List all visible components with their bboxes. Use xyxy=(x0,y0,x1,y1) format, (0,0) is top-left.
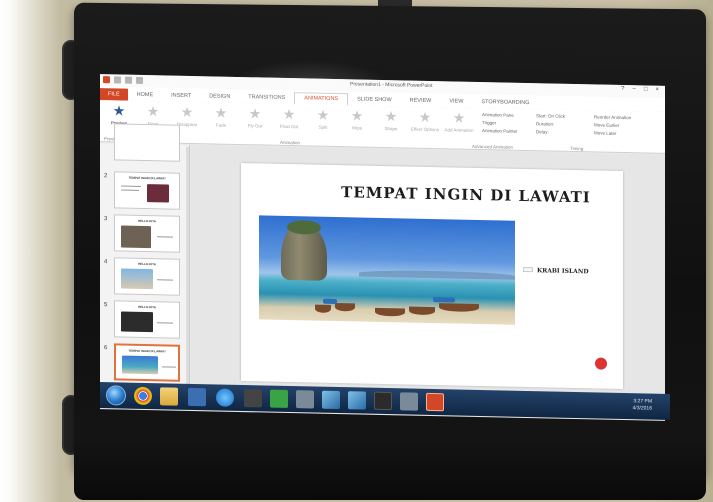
slide-photo[interactable] xyxy=(259,215,515,325)
delay-field[interactable]: Delay: xyxy=(536,129,549,134)
star-icon: ★ xyxy=(180,103,194,121)
star-icon: ★ xyxy=(350,107,364,124)
slide-thumbnail-selected[interactable]: TEMPAT INGIN DI LAWATI xyxy=(114,343,180,382)
reorder-label: Reorder Animation xyxy=(594,114,632,121)
slide-title[interactable]: TEMPAT INGIN DI LAWATI xyxy=(341,183,591,206)
group-label-advanced-animation: Advanced Animation xyxy=(472,143,514,150)
longtail-boat xyxy=(315,304,331,313)
photos-icon[interactable] xyxy=(322,390,340,410)
quick-access-toolbar xyxy=(103,76,143,84)
placeholder-handle[interactable] xyxy=(523,266,533,273)
longtail-boat xyxy=(439,303,479,313)
app-icon[interactable] xyxy=(400,392,418,411)
thumbnail-image xyxy=(122,355,158,375)
screen: Presentation1 - Microsoft PowerPoint ? –… xyxy=(100,74,665,421)
redo-icon[interactable] xyxy=(136,76,143,84)
star-icon: ★ xyxy=(282,105,296,123)
slide-thumbnails-pane: 2 TEMPAT INGIN DI LAWATI 3 HELLO KITA 4 … xyxy=(100,123,190,397)
slide-canvas: TEMPAT INGIN DI LAWATI KRABI ISLAND xyxy=(191,144,665,407)
tab-file[interactable]: FILE xyxy=(100,88,128,101)
slide-number: 3 xyxy=(104,216,108,223)
longtail-boat xyxy=(375,307,405,317)
system-tray-clock[interactable]: 3:27 PM 4/3/2016 xyxy=(633,398,652,412)
star-icon: ★ xyxy=(418,108,432,126)
network-icon[interactable] xyxy=(188,387,206,407)
slide-thumbnail[interactable]: HELLO KITA xyxy=(114,257,180,296)
app-icon[interactable] xyxy=(270,389,288,408)
photos-icon[interactable] xyxy=(348,391,366,410)
animation-painter-button[interactable]: Animation Painter xyxy=(482,128,518,134)
star-icon: ★ xyxy=(146,103,160,120)
chrome-icon[interactable] xyxy=(134,386,152,406)
slide-number: 6 xyxy=(104,345,108,352)
slide-thumbnail[interactable]: HELLO KITA xyxy=(114,214,180,253)
powerpoint-taskbar-icon[interactable] xyxy=(426,392,444,412)
slide-caption[interactable]: KRABI ISLAND xyxy=(537,267,589,275)
star-icon: ★ xyxy=(214,104,228,121)
close-button[interactable]: × xyxy=(655,87,659,93)
undo-icon[interactable] xyxy=(125,76,132,84)
star-icon: ★ xyxy=(316,106,330,123)
animation-fade-button[interactable]: ★ Fade xyxy=(205,104,237,139)
animation-fly-out-button[interactable]: ★ Fly Out xyxy=(239,105,271,140)
group-label-timing: Timing xyxy=(570,145,584,152)
animation-shape-button[interactable]: ★ Shape xyxy=(375,108,407,143)
minimize-button[interactable]: – xyxy=(633,86,636,92)
slide-thumbnail[interactable]: TEMPAT INGIN DI LAWATI xyxy=(114,171,180,210)
animation-split-button[interactable]: ★ Split xyxy=(307,106,339,141)
record-icon[interactable] xyxy=(595,357,607,370)
longtail-boat xyxy=(335,303,355,312)
monitor-bezel-bottom xyxy=(74,440,706,500)
add-animation-button[interactable]: ★ Add Animation xyxy=(443,109,475,144)
start-dropdown[interactable]: Start: On Click xyxy=(536,113,565,119)
slide-number: 5 xyxy=(104,302,108,309)
slide-number: 2 xyxy=(104,173,108,180)
thumbnail-image xyxy=(147,184,169,203)
slide-thumbnail[interactable]: HELLO KITA xyxy=(114,300,180,339)
tab-animations[interactable]: ANIMATIONS xyxy=(294,92,349,106)
move-earlier-button[interactable]: Move Earlier xyxy=(594,122,619,128)
animation-wipe-button[interactable]: ★ Wipe xyxy=(341,107,373,142)
folder-icon[interactable] xyxy=(160,387,178,406)
effect-options-button[interactable]: ★ Effect Options xyxy=(409,109,441,144)
clock-date: 4/3/2016 xyxy=(632,405,652,412)
start-button-icon[interactable] xyxy=(106,385,126,406)
thumbnail-image xyxy=(121,311,153,333)
animation-float-out-button[interactable]: ★ Float Out xyxy=(273,106,305,141)
window-title: Presentation1 - Microsoft PowerPoint xyxy=(350,81,433,90)
star-icon: ★ xyxy=(452,109,466,126)
help-button[interactable]: ? xyxy=(621,86,624,92)
group-label-animation: Animation xyxy=(280,139,301,146)
duration-field[interactable]: Duration: xyxy=(536,121,554,126)
current-slide[interactable]: TEMPAT INGIN DI LAWATI KRABI ISLAND xyxy=(241,163,623,390)
thumbnail-image xyxy=(121,268,153,290)
star-icon: ★ xyxy=(248,105,262,122)
powerpoint-logo-icon xyxy=(103,76,110,84)
preview-star-icon: ★ xyxy=(112,102,126,119)
window-icon[interactable] xyxy=(374,391,392,411)
window-controls: ? – □ × xyxy=(621,86,659,93)
app-icon[interactable] xyxy=(296,390,314,409)
move-later-button[interactable]: Move Later xyxy=(594,130,617,135)
trigger-button[interactable]: Trigger xyxy=(482,120,496,125)
longtail-boat xyxy=(409,306,435,316)
slide-thumbnail[interactable] xyxy=(114,123,180,162)
thumbnail-scrollbar[interactable] xyxy=(186,146,189,387)
thumbnail-image xyxy=(121,225,151,249)
save-icon[interactable] xyxy=(114,76,121,84)
browser-icon[interactable] xyxy=(216,388,234,407)
media-icon[interactable] xyxy=(244,389,262,408)
slide-number: 4 xyxy=(104,259,108,266)
star-icon: ★ xyxy=(384,108,398,125)
maximize-button[interactable]: □ xyxy=(644,86,648,92)
animation-pane-button[interactable]: Animation Pane xyxy=(482,112,514,118)
